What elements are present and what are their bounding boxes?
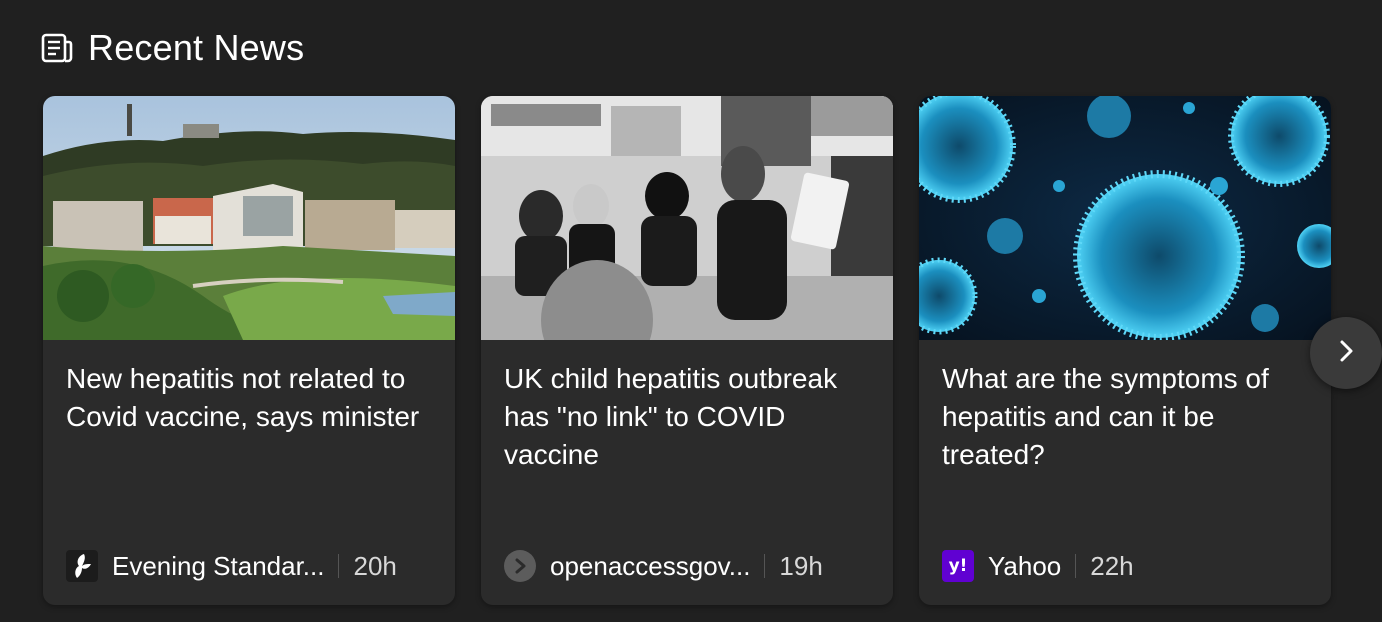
news-meta: openaccessgov... 19h	[504, 548, 871, 584]
meta-divider	[764, 554, 766, 578]
news-time: 20h	[353, 550, 397, 581]
news-time: 22h	[1090, 550, 1134, 581]
news-card[interactable]: New hepatitis not related to Covid vacci…	[43, 96, 455, 605]
newspaper-icon	[40, 31, 74, 65]
section-title: Recent News	[88, 27, 305, 68]
classroom-photo	[481, 96, 893, 340]
openaccessgov-logo-icon	[504, 550, 536, 582]
news-card[interactable]: What are the symptoms of hepatitis and c…	[919, 96, 1331, 605]
yahoo-logo-icon: y!	[942, 550, 974, 582]
evening-standard-logo-icon	[66, 550, 98, 582]
news-source: openaccessgov...	[550, 550, 751, 581]
news-headline[interactable]: New hepatitis not related to Covid vacci…	[66, 360, 433, 436]
virus-illustration	[919, 96, 1331, 340]
news-meta: Evening Standar... 20h	[66, 548, 433, 584]
news-source: Evening Standar...	[112, 550, 325, 581]
news-headline[interactable]: What are the symptoms of hepatitis and c…	[942, 360, 1309, 474]
carousel-next-button[interactable]	[1310, 317, 1382, 389]
news-headline[interactable]: UK child hepatitis outbreak has "no link…	[504, 360, 871, 474]
news-card[interactable]: UK child hepatitis outbreak has "no link…	[481, 96, 893, 605]
section-header: Recent News	[40, 26, 304, 70]
meta-divider	[338, 554, 340, 578]
news-meta: y! Yahoo 22h	[942, 548, 1309, 584]
meta-divider	[1075, 554, 1077, 578]
news-time: 19h	[779, 550, 823, 581]
news-source: Yahoo	[988, 550, 1062, 581]
recent-news-section: Recent News New hepatitis not related to…	[0, 0, 1382, 622]
scottish-parliament-photo	[43, 96, 455, 340]
chevron-right-icon	[1336, 338, 1356, 369]
yahoo-logo-text: y!	[948, 556, 968, 576]
